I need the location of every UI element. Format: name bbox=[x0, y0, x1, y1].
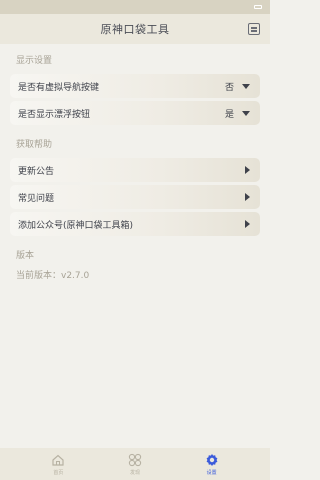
help-item-label: 常见问题 bbox=[18, 193, 55, 204]
chevron-right-icon bbox=[245, 220, 250, 228]
setting-value: 是 bbox=[224, 109, 234, 120]
title-bar: 原神口袋工具 bbox=[0, 14, 270, 44]
nav-item-settings[interactable]: 设置 bbox=[192, 453, 232, 476]
current-version: 当前版本：v2.7.0 bbox=[16, 271, 90, 281]
grid-icon bbox=[128, 453, 142, 466]
help-item-label: 添加公众号(原神口袋工具箱) bbox=[18, 220, 134, 231]
help-item-update-notice[interactable]: 更新公告 bbox=[10, 158, 260, 182]
battery-icon bbox=[254, 5, 262, 9]
setting-dropdown[interactable]: 否 bbox=[225, 80, 250, 93]
status-icons bbox=[254, 5, 262, 9]
section-title-version: 版本 bbox=[16, 251, 35, 261]
chevron-down-icon bbox=[242, 110, 250, 116]
section-title-help: 获取帮助 bbox=[16, 140, 53, 150]
nav-item-home[interactable]: 首页 bbox=[38, 453, 78, 476]
gear-icon bbox=[206, 453, 218, 466]
nav-label: 发现 bbox=[129, 469, 140, 476]
chevron-right-icon bbox=[245, 166, 250, 174]
home-icon bbox=[52, 454, 64, 466]
setting-dropdown[interactable]: 是 bbox=[225, 107, 250, 120]
setting-floating-button[interactable]: 是否显示漂浮按钮 是 bbox=[10, 101, 260, 125]
setting-virtual-nav-keys[interactable]: 是否有虚拟导航按键 否 bbox=[10, 74, 260, 98]
nav-label: 设置 bbox=[206, 469, 217, 476]
chevron-right-icon bbox=[245, 193, 250, 201]
share-icon[interactable] bbox=[248, 23, 260, 35]
nav-label: 首页 bbox=[53, 469, 64, 476]
nav-item-discover[interactable]: 发现 bbox=[115, 453, 155, 476]
setting-value: 否 bbox=[224, 82, 234, 93]
help-item-official-account[interactable]: 添加公众号(原神口袋工具箱) bbox=[10, 212, 260, 236]
chevron-down-icon bbox=[242, 83, 250, 89]
bottom-nav: 首页 发现 设置 bbox=[0, 448, 270, 480]
help-item-label: 更新公告 bbox=[18, 166, 55, 177]
help-item-faq[interactable]: 常见问题 bbox=[10, 185, 260, 209]
setting-label: 是否有虚拟导航按键 bbox=[18, 82, 100, 93]
section-title-display: 显示设置 bbox=[16, 56, 53, 66]
page-title: 原神口袋工具 bbox=[100, 23, 170, 36]
setting-label: 是否显示漂浮按钮 bbox=[18, 109, 91, 120]
status-bar bbox=[0, 0, 270, 14]
